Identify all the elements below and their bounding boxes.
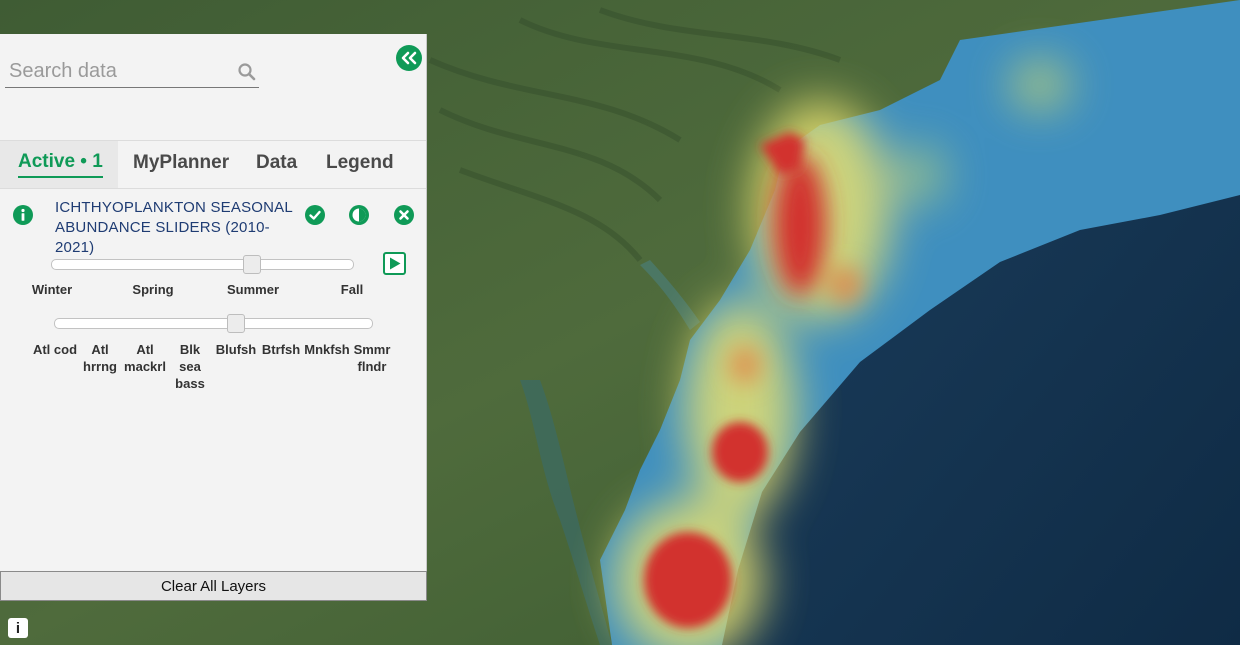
species-tick-atl-mackrl: Atl mackrl (124, 342, 166, 374)
tab-myplanner-label: MyPlanner (133, 152, 230, 173)
tab-myplanner[interactable]: MyPlanner (118, 141, 241, 188)
layer-panel: Active • 1 MyPlanner Data Legend ICHTHYO… (0, 34, 427, 601)
species-slider-handle[interactable] (227, 314, 245, 333)
species-tick-blufsh: Blufsh (215, 342, 257, 357)
season-tick-summer: Summer (226, 282, 280, 297)
species-tick-atl-hrrng: Atl hrrng (83, 342, 117, 374)
check-circle-icon[interactable] (305, 205, 325, 225)
species-slider[interactable] (54, 318, 373, 329)
double-chevron-left-icon (401, 51, 417, 65)
species-tick-btrfsh: Btrfsh (261, 342, 301, 357)
species-tick-atl-cod: Atl cod (32, 342, 78, 357)
tab-data[interactable]: Data (241, 141, 311, 188)
season-slider[interactable] (51, 259, 354, 270)
search-box (5, 56, 259, 88)
tab-legend-label: Legend (326, 152, 394, 173)
map-info-button[interactable]: i (8, 618, 28, 638)
layer-title[interactable]: ICHTHYOPLANKTON SEASONAL ABUNDANCE SLIDE… (55, 198, 300, 258)
play-icon (389, 257, 400, 270)
layer-title-line1: ICHTHYOPLANKTON SEASONAL (55, 199, 293, 216)
clear-all-layers-button[interactable]: Clear All Layers (0, 571, 427, 601)
panel-tabs: Active • 1 MyPlanner Data Legend (0, 141, 426, 188)
tab-legend[interactable]: Legend (311, 141, 394, 188)
divider (0, 188, 426, 189)
layer-title-line2: ABUNDANCE SLIDERS (2010-2021) (55, 219, 270, 256)
season-tick-fall: Fall (340, 282, 364, 297)
species-tick-blk-sea-bass: Blk sea bass (175, 342, 205, 391)
info-icon[interactable] (13, 205, 33, 225)
season-tick-winter: Winter (31, 282, 73, 297)
tab-active-label: Active • 1 (18, 151, 103, 178)
search-icon[interactable] (237, 62, 257, 82)
species-tick-mnkfsh: Mnkfsh (304, 342, 350, 357)
close-circle-icon[interactable] (394, 205, 414, 225)
species-tick-smmr-flndr: Smmr flndr (353, 342, 391, 374)
season-slider-handle[interactable] (243, 255, 261, 274)
contrast-icon[interactable] (349, 205, 369, 225)
active-layer-row: ICHTHYOPLANKTON SEASONAL ABUNDANCE SLIDE… (0, 194, 426, 256)
search-input[interactable] (5, 56, 229, 86)
play-animation-button[interactable] (383, 252, 406, 275)
season-tick-spring: Spring (132, 282, 174, 297)
collapse-panel-button[interactable] (396, 45, 422, 71)
tab-data-label: Data (256, 152, 298, 173)
tab-active[interactable]: Active • 1 (0, 141, 118, 188)
